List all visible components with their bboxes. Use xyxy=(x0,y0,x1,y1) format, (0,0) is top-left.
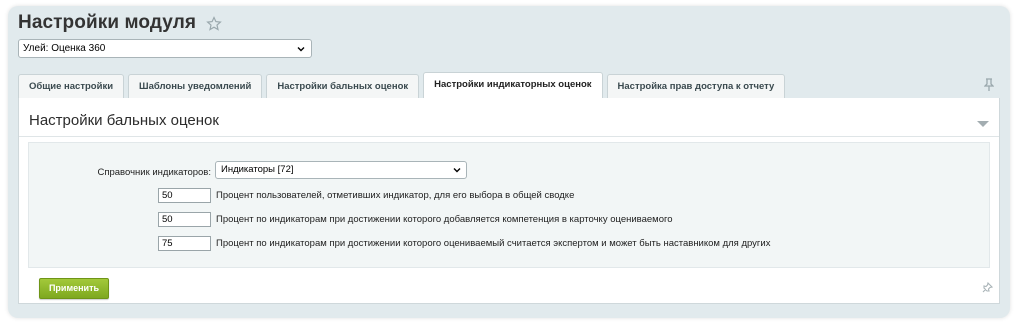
star-icon[interactable] xyxy=(206,16,222,32)
panel-title: Настройки бальных оценок xyxy=(29,112,219,129)
directory-label: Справочник индикаторов: xyxy=(97,167,211,178)
setting-row: 75 Процент по индикаторам при достижении… xyxy=(158,235,770,251)
setting-row: 50 Процент по индикаторам при достижении… xyxy=(158,211,673,227)
module-select[interactable]: Улей: Оценка 360 xyxy=(18,39,312,58)
collapse-icon[interactable] xyxy=(977,120,989,128)
tab-bar: Общие настройки Шаблоны уведомлений Наст… xyxy=(18,72,786,98)
percent-input-users[interactable]: 50 xyxy=(158,187,211,203)
chevron-down-icon xyxy=(453,168,461,173)
directory-select[interactable]: Индикаторы [72] xyxy=(215,161,467,179)
apply-button[interactable]: Применить xyxy=(39,278,109,299)
directory-select-value: Индикаторы [72] xyxy=(221,164,294,175)
tab-score-settings[interactable]: Настройки бальных оценок xyxy=(266,74,420,98)
tab-indicator-settings[interactable]: Настройки индикаторных оценок xyxy=(423,72,603,98)
tab-notification-templates[interactable]: Шаблоны уведомлений xyxy=(128,74,263,98)
tab-report-access[interactable]: Настройка прав доступа к отчету xyxy=(606,74,786,98)
settings-panel: Настройки бальных оценок Справочник инди… xyxy=(18,98,1000,304)
pin-icon[interactable] xyxy=(984,78,994,92)
settings-window: Настройки модуля Улей: Оценка 360 Общие … xyxy=(8,6,1010,318)
setting-row-label: Процент по индикаторам при достижении ко… xyxy=(216,237,771,249)
module-select-value: Улей: Оценка 360 xyxy=(23,43,106,54)
title-row: Настройки модуля xyxy=(18,10,222,36)
percent-input-competence[interactable]: 50 xyxy=(158,211,211,227)
pin-icon[interactable] xyxy=(982,282,993,293)
setting-row-label: Процент пользователей, отметивших индика… xyxy=(216,189,575,201)
form-area: Справочник индикаторов: Индикаторы [72] … xyxy=(28,142,990,268)
divider xyxy=(19,136,999,137)
setting-row-label: Процент по индикаторам при достижении ко… xyxy=(216,213,673,225)
setting-row: 50 Процент пользователей, отметивших инд… xyxy=(158,187,574,203)
page-title: Настройки модуля xyxy=(18,12,197,33)
percent-input-expert[interactable]: 75 xyxy=(158,235,211,251)
chevron-down-icon xyxy=(297,47,305,52)
tab-general[interactable]: Общие настройки xyxy=(18,74,125,98)
